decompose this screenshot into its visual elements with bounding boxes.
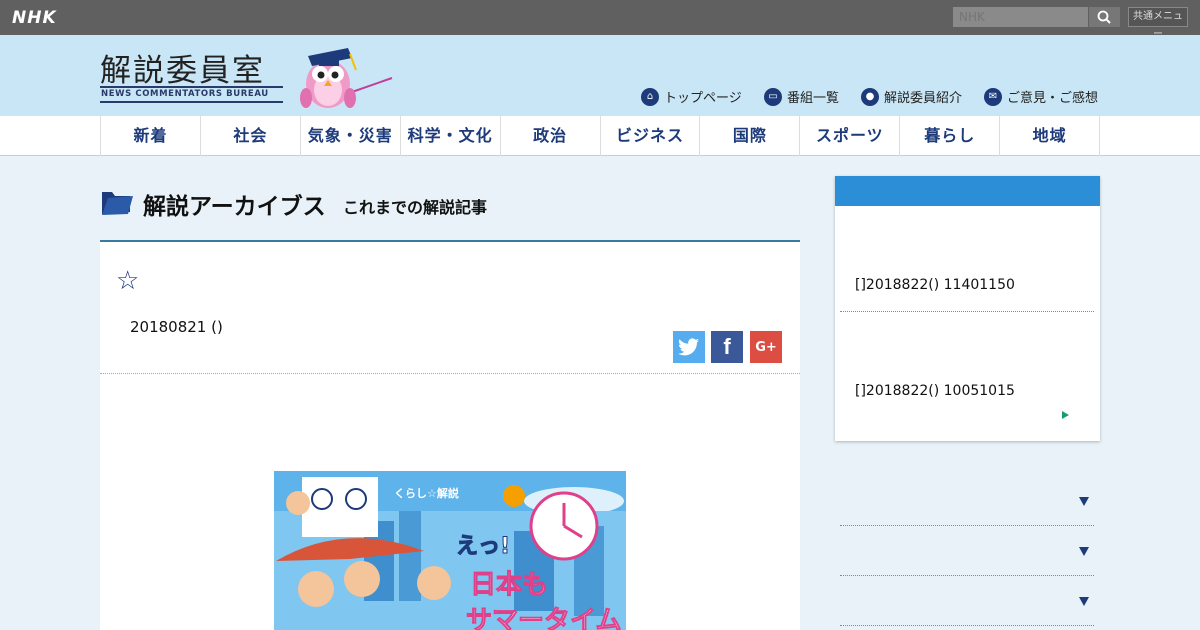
nav-item-politics[interactable]: 政治	[501, 116, 601, 156]
article-image: くらし☆解説 えっ! 日本も サマータイム	[274, 471, 626, 630]
header-link-commentators[interactable]: ● 解説委員紹介	[861, 87, 962, 106]
folder-icon	[102, 192, 133, 215]
image-text-line1: えっ!	[456, 534, 510, 559]
article-divider	[100, 373, 800, 374]
summer-time-illustration: くらし☆解説 えっ! 日本も サマータイム	[274, 471, 626, 630]
article-date: 20180821 ()	[130, 318, 223, 336]
accordion-row[interactable]	[840, 476, 1094, 526]
nav-item-society[interactable]: 社会	[201, 116, 301, 156]
nav-item-science-culture[interactable]: 科学・文化	[401, 116, 501, 156]
chevron-down-icon	[1079, 497, 1089, 506]
header-link-label: トップページ	[664, 91, 742, 106]
nav-item-region[interactable]: 地域	[1000, 116, 1101, 156]
page-subtitle: これまでの解説記事	[343, 198, 488, 217]
sidebar-divider	[840, 311, 1094, 312]
person-icon: ●	[861, 87, 879, 106]
owl-mascot-icon	[300, 48, 393, 108]
header-link-feedback[interactable]: ✉ ご意見・ご感想	[984, 87, 1098, 106]
facebook-icon: f	[723, 334, 731, 359]
image-text-line2: 日本も	[470, 570, 548, 600]
site-subtitle: NEWS COMMENTATORS BUREAU	[101, 89, 269, 99]
article-card: ☆ 20180821 () f G+ くらし☆解説 えっ! 日本も サマータイム	[100, 242, 800, 630]
title-divider	[100, 86, 283, 88]
nav-item-life[interactable]: 暮らし	[900, 116, 1001, 156]
site-title[interactable]: 解説委員室	[100, 45, 265, 90]
star-icon[interactable]: ☆	[116, 266, 139, 296]
nhk-logo[interactable]: NHK	[12, 8, 57, 28]
sidebar-header	[835, 176, 1100, 206]
mail-icon: ✉	[984, 87, 1002, 106]
search-input[interactable]	[953, 7, 1088, 27]
common-menu-button[interactable]: 共通メニュー	[1128, 7, 1188, 40]
sidebar-latest: []2018822() 11401150 []2018822() 1005101…	[835, 176, 1100, 441]
header-link-top[interactable]: ⌂ トップページ	[641, 87, 742, 106]
facebook-share-button[interactable]: f	[711, 331, 743, 363]
image-text-line3: サマータイム	[466, 606, 621, 630]
header-link-label: 番組一覧	[787, 91, 840, 106]
sidebar-item[interactable]: []2018822() 10051015	[855, 383, 1015, 399]
more-arrow-icon[interactable]	[1062, 411, 1069, 419]
site-header: 解説委員室 NEWS COMMENTATORS BUREAU ⌂ トップページ …	[0, 35, 1200, 116]
twitter-share-button[interactable]	[673, 331, 705, 363]
home-icon: ⌂	[641, 87, 659, 106]
search-button[interactable]	[1089, 7, 1120, 27]
nav-item-weather-disaster[interactable]: 気象・災害	[301, 116, 401, 156]
image-badge-text: くらし☆解説	[394, 486, 459, 500]
nav-item-sports[interactable]: スポーツ	[800, 116, 901, 156]
nav-item-international[interactable]: 国際	[700, 116, 801, 156]
nhk-top-bar: NHK 共通メニュー	[0, 0, 1200, 40]
accordion-row[interactable]	[840, 526, 1094, 576]
google-plus-icon: G+	[755, 339, 777, 355]
nav-item-new[interactable]: 新着	[101, 116, 201, 156]
search-icon	[1097, 10, 1111, 24]
header-link-label: 解説委員紹介	[884, 91, 963, 106]
header-link-programs[interactable]: ▭ 番組一覧	[764, 87, 839, 106]
category-nav: 新着 社会 気象・災害 科学・文化 政治 ビジネス 国際 スポーツ 暮らし 地域	[0, 116, 1200, 156]
chevron-down-icon	[1079, 547, 1089, 556]
twitter-icon	[678, 338, 699, 356]
header-link-label: ご意見・ご感想	[1007, 91, 1099, 106]
chevron-down-icon	[1079, 597, 1089, 606]
accordion-row[interactable]	[840, 576, 1094, 626]
tv-icon: ▭	[764, 87, 782, 106]
google-plus-share-button[interactable]: G+	[750, 331, 782, 363]
sidebar-item[interactable]: []2018822() 11401150	[855, 277, 1015, 293]
nav-item-business[interactable]: ビジネス	[601, 116, 701, 156]
title-divider-bottom	[100, 101, 283, 103]
page-title: 解説アーカイブス	[143, 194, 326, 220]
